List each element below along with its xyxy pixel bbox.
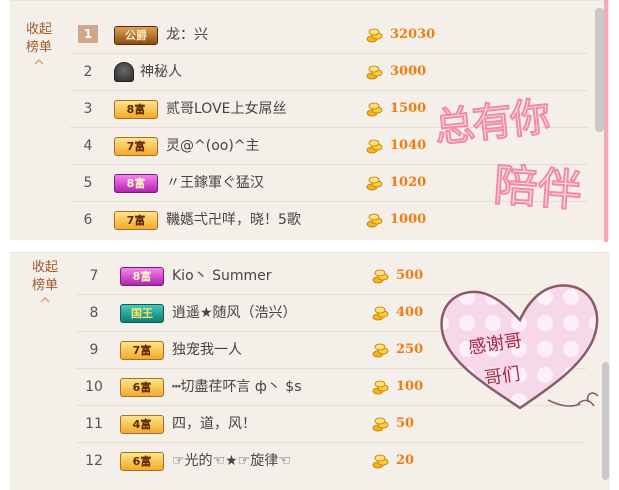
gold-coin-icon xyxy=(366,65,383,80)
user-name-link[interactable]: 灵@^(oo)^主 xyxy=(166,128,260,164)
rank-number: 8 xyxy=(89,305,99,321)
rank-number: 11 xyxy=(85,416,103,432)
contribution-amount: 1040 xyxy=(390,138,427,153)
gold-coin-icon xyxy=(372,343,389,358)
contribution-amount: 250 xyxy=(396,342,424,357)
leaderboard-row: 1 公爵 龙：兴 32030 xyxy=(70,17,588,54)
gold-coin-icon xyxy=(372,417,389,432)
rank-number: 12 xyxy=(85,453,103,469)
contribution-amount: 50 xyxy=(396,416,415,431)
user-name-link[interactable]: Kio丶 Summer xyxy=(172,258,272,294)
collapse-leaderboard-button[interactable]: 收起榜单 xyxy=(14,21,64,67)
gold-coin-icon xyxy=(366,28,383,43)
rank-badge: 6富 xyxy=(120,378,164,397)
user-name-link[interactable]: 逍遥★随风（浩兴） xyxy=(172,295,297,331)
gold-coin-icon xyxy=(366,139,383,154)
rank-badge: 6富 xyxy=(120,452,164,471)
collapse-leaderboard-button-2[interactable]: 收起榜单 xyxy=(20,259,70,305)
leaderboard-row: 5 8富 〃王鎵軍ぐ猛汉 1020 xyxy=(70,165,588,202)
gold-coin-icon xyxy=(366,102,383,117)
gold-coin-icon xyxy=(366,176,383,191)
leaderboard-panel-top: 收起榜单 1 公爵 龙：兴 32030 2 神秘人 3000 3 8富 贰哥LOVE上女屌丝 150… xyxy=(10,0,610,240)
rank-number: 5 xyxy=(83,175,93,191)
leaderboard-row: 2 神秘人 3000 xyxy=(70,54,588,91)
contribution-amount: 1500 xyxy=(390,101,427,116)
collapse-label: 收起榜单 xyxy=(25,22,52,55)
leaderboard-row: 9 7富 独宠我一人 250 xyxy=(76,332,586,369)
rank-badge: 8富 xyxy=(114,100,158,119)
contribution-amount: 500 xyxy=(396,268,424,283)
contribution-amount: 100 xyxy=(396,379,424,394)
mystery-user-icon xyxy=(114,62,134,82)
user-name-link[interactable]: ┅切盡荏吥言 ф丶 $s xyxy=(172,369,302,405)
leaderboard-row: 12 6富 ☞光的☜★☞旋律☜ 20 xyxy=(76,443,586,480)
gold-coin-icon xyxy=(372,454,389,469)
rank-badge: 7富 xyxy=(114,211,158,230)
leaderboard-row: 3 8富 贰哥LOVE上女屌丝 1500 xyxy=(70,91,588,128)
leaderboard-row: 7 8富 Kio丶 Summer 500 xyxy=(76,258,586,295)
contribution-amount: 3000 xyxy=(390,64,427,79)
rank-badge: 4富 xyxy=(120,415,164,434)
leaderboard-row: 6 7富 鞿嫕弌卍咩，晓！5歌 1000 xyxy=(70,202,588,239)
user-name-link[interactable]: 龙：兴 xyxy=(166,17,208,53)
user-name-link[interactable]: 四，道，风！ xyxy=(172,406,256,442)
user-name-link[interactable]: 神秘人 xyxy=(140,54,182,90)
pink-accent-bar xyxy=(604,0,608,242)
rank-badge: 8富 xyxy=(114,174,158,193)
user-name-link[interactable]: 贰哥LOVE上女屌丝 xyxy=(166,91,287,127)
scrollbar-top[interactable] xyxy=(595,8,604,132)
user-name-link[interactable]: 〃王鎵軍ぐ猛汉 xyxy=(166,165,264,201)
leaderboard-panel-bottom: 收起榜单 7 8富 Kio丶 Summer 500 8 国王 逍遥★随风（浩兴） 400 9 7富… xyxy=(10,252,610,490)
leaderboard-row: 10 6富 ┅切盡荏吥言 ф丶 $s 100 xyxy=(76,369,586,406)
rank-number: 3 xyxy=(83,101,93,117)
rank-badge: 国王 xyxy=(120,304,164,323)
leaderboard-row: 4 7富 灵@^(oo)^主 1040 xyxy=(70,128,588,165)
leaderboard-list-bottom: 7 8富 Kio丶 Summer 500 8 国王 逍遥★随风（浩兴） 400 9 7富 独宠我一人… xyxy=(76,258,586,480)
user-name-link[interactable]: ☞光的☜★☞旋律☜ xyxy=(172,443,291,479)
scrollbar-bottom[interactable] xyxy=(602,362,609,480)
leaderboard-row: 11 4富 四，道，风！ 50 xyxy=(76,406,586,443)
contribution-amount: 20 xyxy=(396,453,415,468)
rank-number: 1 xyxy=(78,25,98,43)
rank-number: 10 xyxy=(85,379,103,395)
gold-coin-icon xyxy=(372,269,389,284)
rank-number: 2 xyxy=(83,64,93,80)
gold-coin-icon xyxy=(372,380,389,395)
rank-badge: 7富 xyxy=(114,137,158,156)
leaderboard-list-top: 1 公爵 龙：兴 32030 2 神秘人 3000 3 8富 贰哥LOVE上女屌丝 1500 4 7富灵… xyxy=(70,17,588,239)
leaderboard-row: 8 国王 逍遥★随风（浩兴） 400 xyxy=(76,295,586,332)
gold-coin-icon xyxy=(366,213,383,228)
rank-number: 9 xyxy=(89,342,99,358)
contribution-amount: 1020 xyxy=(390,175,427,190)
rank-number: 6 xyxy=(83,212,93,228)
contribution-amount: 400 xyxy=(396,305,424,320)
collapse-label-2: 收起榜单 xyxy=(31,260,58,293)
rank-badge: 公爵 xyxy=(114,26,158,45)
rank-number: 4 xyxy=(83,138,93,154)
rank-badge: 7富 xyxy=(120,341,164,360)
contribution-amount: 32030 xyxy=(390,27,436,42)
contribution-amount: 1000 xyxy=(390,212,427,227)
gold-coin-icon xyxy=(372,306,389,321)
user-name-link[interactable]: 鞿嫕弌卍咩，晓！5歌 xyxy=(166,202,301,238)
user-name-link[interactable]: 独宠我一人 xyxy=(172,332,242,368)
chevron-up-icon xyxy=(34,58,44,65)
rank-number: 7 xyxy=(89,268,99,284)
chevron-up-icon xyxy=(40,296,50,303)
rank-badge: 8富 xyxy=(120,267,164,286)
